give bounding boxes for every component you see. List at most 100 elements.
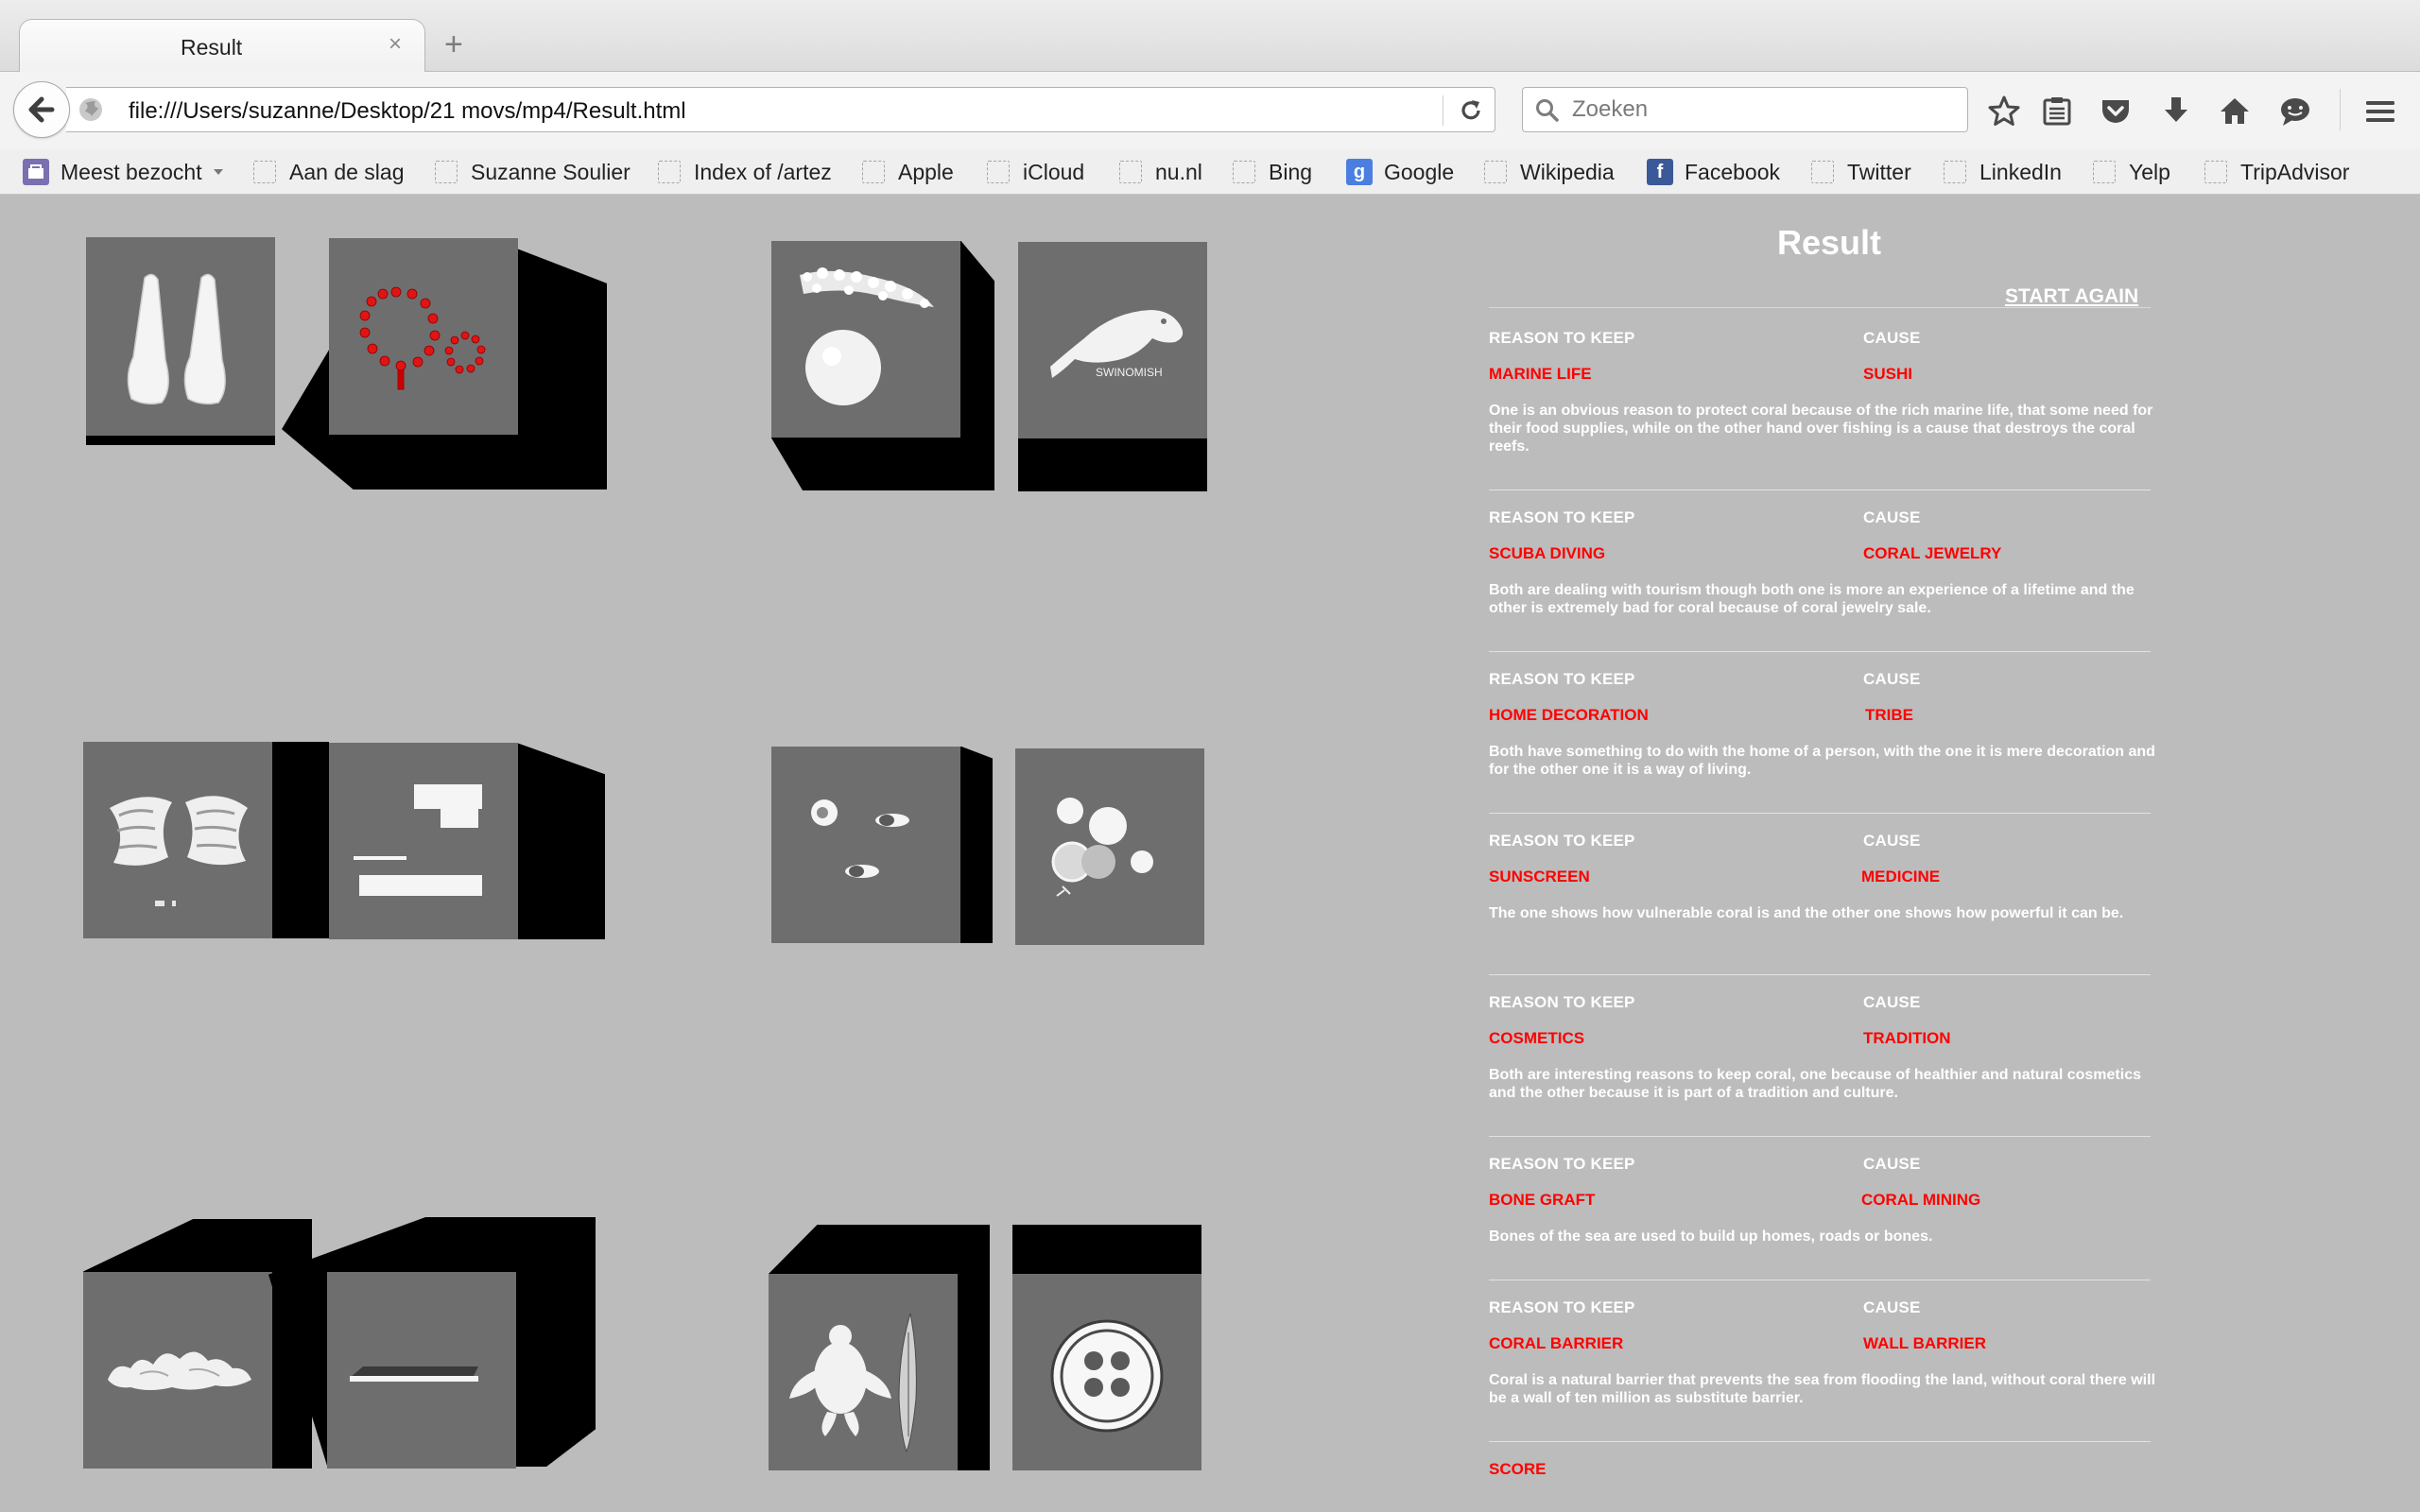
url-bar[interactable]: file:///Users/suzanne/Desktop/21 movs/mp…: [66, 87, 1495, 132]
search-input[interactable]: [1570, 88, 1958, 131]
bookmark-placeholder-icon: [1484, 161, 1507, 183]
tab-close-icon[interactable]: ×: [389, 31, 402, 58]
cause-label: CAUSE: [1863, 993, 1921, 1011]
building-blocks-icon: [354, 784, 482, 896]
tab-result[interactable]: Result ×: [19, 19, 425, 74]
back-button[interactable]: [13, 81, 70, 138]
bookmark-twitter[interactable]: Twitter: [1811, 155, 1911, 189]
chat-icon[interactable]: [2278, 94, 2312, 129]
entry-description: Both are interesting reasons to keep cor…: [1489, 1067, 2141, 1101]
cause-value: SUSHI: [1863, 365, 1912, 383]
bookmark-label: Wikipedia: [1520, 159, 1615, 184]
bookmark-suzanne-soulier[interactable]: Suzanne Soulier: [435, 155, 631, 189]
bookmark-placeholder-icon: [658, 161, 681, 183]
coral-and-sponge-icon: [800, 267, 934, 405]
bookmarks-toolbar: Meest bezocht Aan de slag Suzanne Soulie…: [0, 149, 2420, 195]
salmon-logo-text: SWINOMISH: [1096, 366, 1163, 379]
bookmark-label: Aan de slag: [289, 159, 405, 184]
reload-icon[interactable]: [1458, 97, 1484, 124]
bookmark-placeholder-icon: [2204, 161, 2227, 183]
coral-piece-icon: [108, 1351, 251, 1390]
reason-to-keep-label: REASON TO KEEP: [1489, 670, 1635, 688]
bookmark-star-icon[interactable]: [1987, 94, 2021, 129]
chevron-down-icon: [213, 169, 223, 175]
search-icon: [1536, 99, 1559, 122]
reason-to-keep-label: REASON TO KEEP: [1489, 1155, 1635, 1173]
reason-to-keep-label: REASON TO KEEP: [1489, 508, 1635, 526]
divider: [1489, 1441, 2151, 1442]
bookmark-apple[interactable]: Apple: [862, 155, 954, 189]
bookmark-placeholder-icon: [987, 161, 1010, 183]
reason-to-keep-label: REASON TO KEEP: [1489, 993, 1635, 1011]
entry-description: Both have something to do with the home …: [1489, 744, 2155, 778]
bookmark-google[interactable]: g Google: [1346, 155, 1454, 189]
facebook-icon: f: [1647, 159, 1673, 185]
globe-icon[interactable]: [78, 96, 104, 123]
entry-description: Bones of the sea are used to build up ho…: [1489, 1228, 1933, 1245]
divider: [1489, 813, 2151, 814]
search-bar[interactable]: [1522, 87, 1968, 132]
bookmark-label: iCloud: [1023, 159, 1085, 184]
cause-label: CAUSE: [1863, 832, 1921, 850]
entry-description: The one shows how vulnerable coral is an…: [1489, 905, 2124, 921]
reason-to-keep-label: REASON TO KEEP: [1489, 832, 1635, 850]
bookmark-yelp[interactable]: Yelp: [2093, 155, 2170, 189]
turtle-and-fish-icon: [789, 1314, 917, 1453]
new-tab-button[interactable]: +: [444, 28, 463, 60]
cause-value: CORAL MINING: [1861, 1191, 1981, 1209]
reason-value: SUNSCREEN: [1489, 868, 1590, 885]
pocket-icon[interactable]: [2099, 94, 2133, 129]
cause-label: CAUSE: [1863, 1298, 1921, 1316]
button-icon: [1050, 1319, 1164, 1433]
spheres-icon: [1051, 798, 1153, 897]
divider: [1489, 651, 2151, 652]
google-icon: g: [1346, 159, 1373, 185]
bookmark-label: nu.nl: [1155, 159, 1202, 184]
cause-value: MEDICINE: [1861, 868, 1941, 885]
result-panel: Result START AGAIN REASON TO KEEP CAUSE …: [1489, 195, 2169, 1512]
tab-title: Result: [181, 35, 243, 60]
bookmark-nu-nl[interactable]: nu.nl: [1119, 155, 1202, 189]
bookmark-placeholder-icon: [2093, 161, 2116, 183]
bookmark-placeholder-icon: [1811, 161, 1834, 183]
most-visited-icon: [23, 159, 49, 185]
bookmark-icloud[interactable]: iCloud: [987, 155, 1084, 189]
bookmark-wikipedia[interactable]: Wikipedia: [1484, 155, 1615, 189]
bookmark-tripadvisor[interactable]: TripAdvisor: [2204, 155, 2349, 189]
reason-to-keep-label: REASON TO KEEP: [1489, 329, 1635, 347]
reading-list-icon[interactable]: [2040, 94, 2074, 129]
salmon-logo-icon: SWINOMISH: [1050, 310, 1184, 379]
tab-bar: Result × +: [0, 0, 2420, 74]
bookmark-placeholder-icon: [253, 161, 276, 183]
page-title: Result: [1776, 223, 1882, 262]
bookmark-index-of-artez[interactable]: Index of /artez: [658, 155, 832, 189]
cause-value: TRIBE: [1865, 706, 1913, 724]
download-icon[interactable]: [2159, 94, 2193, 129]
reason-value: CORAL BARRIER: [1489, 1334, 1624, 1352]
reason-value: MARINE LIFE: [1489, 365, 1592, 383]
bookmark-placeholder-icon: [1944, 161, 1966, 183]
reason-value: SCUBA DIVING: [1489, 544, 1606, 562]
bookmark-label: Facebook: [1685, 159, 1781, 184]
bookmark-placeholder-icon: [1233, 161, 1255, 183]
home-icon[interactable]: [2218, 94, 2252, 129]
bookmark-meest-bezocht[interactable]: Meest bezocht: [23, 155, 225, 189]
start-again-link[interactable]: START AGAIN: [2005, 285, 2138, 308]
bookmark-facebook[interactable]: f Facebook: [1647, 155, 1780, 189]
menu-icon[interactable]: [2363, 94, 2397, 129]
score-label: SCORE: [1489, 1460, 1547, 1478]
bookmark-label: Yelp: [2129, 159, 2170, 184]
reason-value: HOME DECORATION: [1489, 706, 1649, 724]
bookmark-label: Meest bezocht: [60, 159, 202, 184]
entry-description: One is an obvious reason to protect cora…: [1489, 403, 2153, 455]
entry-description: Both are dealing with tourism though bot…: [1489, 582, 2135, 616]
divider: [1489, 307, 2151, 308]
bookmark-bing[interactable]: Bing: [1233, 155, 1312, 189]
url-text[interactable]: file:///Users/suzanne/Desktop/21 movs/mp…: [129, 98, 686, 125]
reason-value: COSMETICS: [1489, 1029, 1585, 1047]
cause-value: WALL BARRIER: [1863, 1334, 1987, 1352]
bookmark-label: TripAdvisor: [2240, 159, 2350, 184]
bookmark-aan-de-slag[interactable]: Aan de slag: [253, 155, 404, 189]
swim-fins-icon: [127, 273, 226, 405]
bookmark-linkedin[interactable]: LinkedIn: [1944, 155, 2062, 189]
